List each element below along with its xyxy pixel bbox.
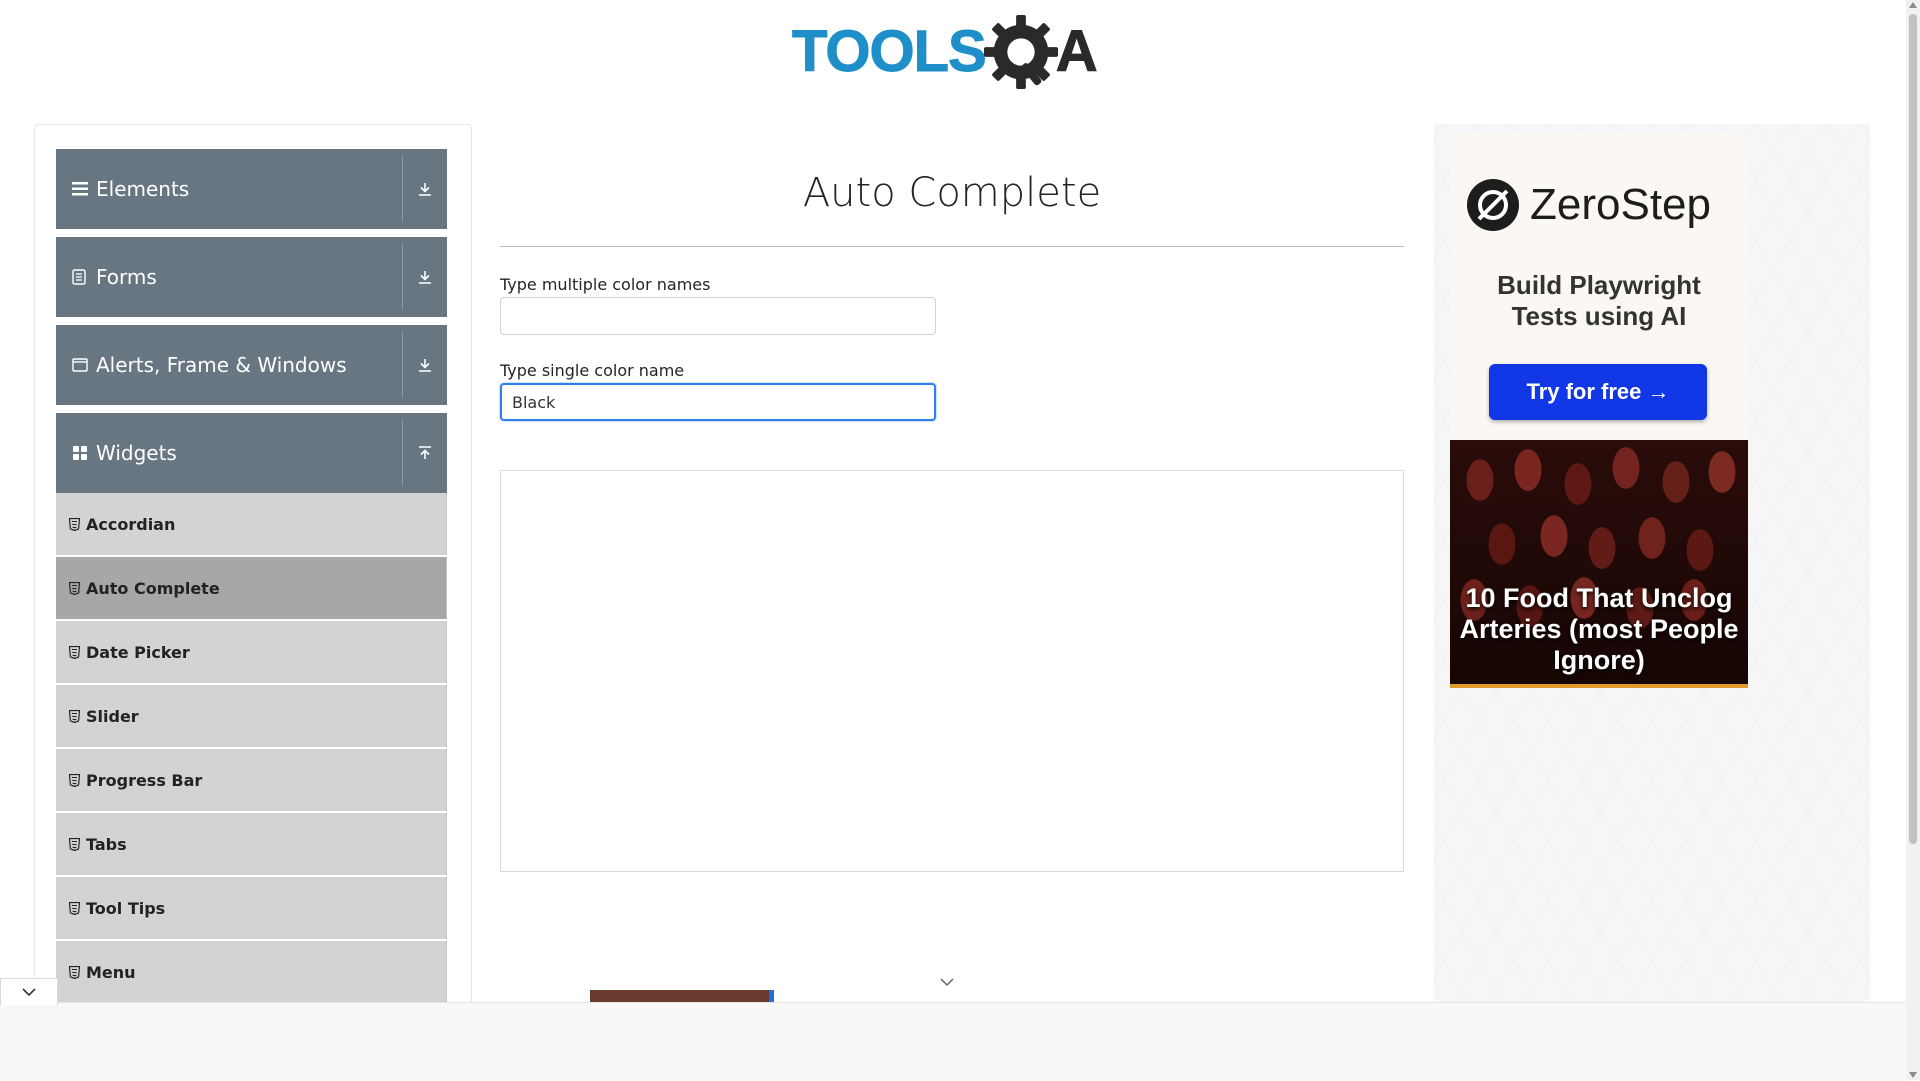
multiple-color-input[interactable] — [500, 297, 936, 335]
html5-icon — [69, 965, 80, 979]
title-divider — [500, 246, 1404, 247]
window-icon — [72, 358, 92, 372]
group-widgets[interactable]: Widgets — [56, 413, 447, 493]
menu-item-label: Auto Complete — [86, 578, 220, 598]
page-title: Auto Complete — [802, 170, 1102, 216]
html5-icon — [69, 645, 80, 659]
zerostep-brand: ZeroStep — [1466, 178, 1711, 232]
menu-item-label: Tool Tips — [86, 898, 166, 918]
page-scrollbar[interactable] — [1906, 0, 1920, 1080]
widgets-menu-list: Accordian Auto Complete Date Picker Slid… — [56, 493, 447, 1005]
zerostep-name: ZeroStep — [1530, 180, 1711, 229]
menu-item-label: Accordian — [86, 514, 176, 534]
html5-icon — [69, 901, 80, 915]
menu-item-tabs[interactable]: Tabs — [56, 813, 447, 875]
group-label: Elements — [96, 177, 190, 201]
menu-item-label: Tabs — [86, 834, 127, 854]
left-panel: Elements Forms Alerts, Frame & Windows W… — [34, 124, 472, 1026]
zerostep-logo-icon — [1467, 179, 1519, 231]
html5-icon — [69, 773, 80, 787]
single-color-input[interactable] — [500, 383, 936, 421]
zerostep-ad[interactable]: ZeroStep Build Playwright Tests using AI… — [1450, 134, 1748, 448]
zerostep-tagline: Build Playwright Tests using AI — [1450, 270, 1748, 332]
menu-item-progress-bar[interactable]: Progress Bar — [56, 749, 447, 811]
chevron-down-icon[interactable] — [940, 972, 954, 991]
chevron-down-icon — [22, 988, 36, 997]
food-ad[interactable]: 10 Food That Unclog Arteries (most Peopl… — [1450, 440, 1748, 688]
menu-item-accordian[interactable]: Accordian — [56, 493, 447, 555]
menu-item-auto-complete[interactable]: Auto Complete — [56, 557, 447, 619]
scrollbar-thumb[interactable] — [1909, 14, 1917, 844]
scroll-up-arrow-icon[interactable] — [1909, 2, 1917, 8]
download-arrow-icon[interactable] — [403, 181, 447, 197]
multiple-color-label: Type multiple color names — [500, 275, 711, 294]
html5-icon — [69, 517, 80, 531]
upload-arrow-icon[interactable] — [403, 445, 447, 461]
logo-text-tools: TOOLS — [792, 19, 988, 85]
collapse-ad-button[interactable] — [0, 978, 58, 1005]
menu-item-tool-tips[interactable]: Tool Tips — [56, 877, 447, 939]
grid-icon — [72, 445, 92, 461]
right-ad-panel: ZeroStep Build Playwright Tests using AI… — [1434, 124, 1870, 1004]
tagline-line-1: Build Playwright — [1497, 270, 1701, 300]
logo-text-a: A — [1055, 19, 1098, 85]
ad-placeholder — [500, 470, 1404, 872]
menu-item-label: Progress Bar — [86, 770, 203, 790]
try-for-free-button[interactable]: Try for free → — [1489, 364, 1707, 420]
toolsqa-logo[interactable]: TOOLS A — [792, 14, 1098, 90]
menu-item-label: Menu — [86, 962, 136, 982]
html5-icon — [69, 581, 80, 595]
menu-item-date-picker[interactable]: Date Picker — [56, 621, 447, 683]
html5-icon — [69, 837, 80, 851]
group-label: Alerts, Frame & Windows — [96, 353, 347, 377]
menu-item-slider[interactable]: Slider — [56, 685, 447, 747]
scroll-down-arrow-icon[interactable] — [1909, 1072, 1917, 1078]
tagline-line-2: Tests using AI — [1511, 301, 1687, 331]
bottom-ad-bar — [0, 1002, 1906, 1081]
gear-search-icon — [983, 14, 1058, 90]
download-arrow-icon[interactable] — [403, 269, 447, 285]
group-label: Widgets — [96, 441, 177, 465]
group-forms[interactable]: Forms — [56, 237, 447, 317]
single-color-label: Type single color name — [500, 361, 685, 380]
list-icon — [72, 182, 92, 196]
menu-item-label: Slider — [86, 706, 139, 726]
menu-item-label: Date Picker — [86, 642, 190, 662]
download-arrow-icon[interactable] — [403, 357, 447, 373]
food-ad-title: 10 Food That Unclog Arteries (most Peopl… — [1459, 583, 1739, 675]
group-elements[interactable]: Elements — [56, 149, 447, 229]
document-icon — [72, 269, 92, 285]
html5-icon — [69, 709, 80, 723]
group-alerts-frame-windows[interactable]: Alerts, Frame & Windows — [56, 325, 447, 405]
video-thumbnail[interactable] — [590, 990, 774, 1002]
group-label: Forms — [96, 265, 157, 289]
menu-item-menu[interactable]: Menu — [56, 941, 447, 1003]
